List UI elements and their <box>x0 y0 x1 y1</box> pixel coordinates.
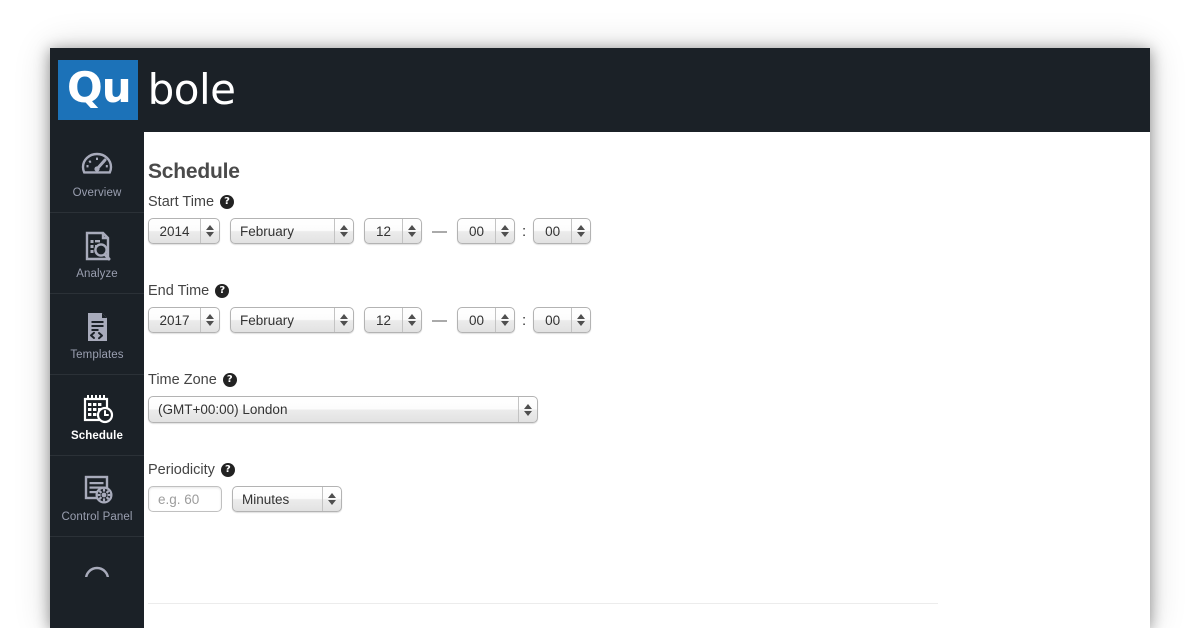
stepper-arrows[interactable] <box>571 219 590 243</box>
logo-mark: Qu <box>58 60 138 120</box>
qubole-logo[interactable]: Qu bole <box>58 60 236 120</box>
document-gear-icon <box>75 469 119 509</box>
sidebar-item-control-panel[interactable]: Control Panel <box>50 456 144 537</box>
stepper-arrows[interactable] <box>518 397 537 422</box>
date-time-separator: — <box>432 222 447 240</box>
stepper-arrows[interactable] <box>571 308 590 332</box>
end-day-select[interactable]: 12 <box>364 307 422 333</box>
sidebar-item-label: Control Panel <box>61 511 133 523</box>
time-zone-select[interactable]: (GMT+00:00) London <box>148 396 538 423</box>
start-year-select[interactable]: 2014 <box>148 218 220 244</box>
start-minute-select[interactable]: 00 <box>533 218 592 244</box>
gauge-icon <box>75 145 119 185</box>
end-minute-select[interactable]: 00 <box>533 307 592 333</box>
start-hour-value: 00 <box>468 223 485 239</box>
stepper-arrows[interactable] <box>200 308 219 332</box>
time-colon: : <box>522 311 527 329</box>
stepper-arrows[interactable] <box>402 308 421 332</box>
start-minute-value: 00 <box>545 223 561 239</box>
sidebar-item-next-partial[interactable] <box>50 537 144 577</box>
sidebar-item-label: Analyze <box>76 268 118 280</box>
end-hour-value: 00 <box>468 312 485 328</box>
brand-header: Qu bole <box>50 48 1150 132</box>
start-day-value: 12 <box>375 223 392 239</box>
help-icon[interactable]: ? <box>222 373 237 387</box>
start-year-value: 2014 <box>159 223 190 239</box>
start-time-label-text: Start Time <box>148 194 215 210</box>
document-search-icon <box>75 226 119 266</box>
end-year-value: 2017 <box>159 312 190 328</box>
time-zone-row: (GMT+00:00) London <box>148 396 538 423</box>
sidebar-item-label: Templates <box>70 349 124 361</box>
stepper-arrows[interactable] <box>334 219 353 243</box>
end-minute-value: 00 <box>545 312 561 328</box>
periodicity-row: Minutes <box>148 486 342 512</box>
periodicity-unit-select[interactable]: Minutes <box>232 486 342 512</box>
start-time-label: Start Time ? <box>148 194 235 210</box>
start-month-select[interactable]: February <box>230 218 354 244</box>
main-content: Schedule Start Time ? 2014 February 12 —… <box>144 132 1150 628</box>
sidebar-nav: Overview Analyze Templates Schedule Cont… <box>50 132 144 628</box>
end-hour-select[interactable]: 00 <box>457 307 515 333</box>
periodicity-label: Periodicity ? <box>148 462 235 478</box>
end-time-label-text: End Time <box>148 283 210 299</box>
sidebar-item-label: Schedule <box>71 430 123 442</box>
stepper-arrows[interactable] <box>495 308 514 332</box>
sidebar-item-templates[interactable]: Templates <box>50 294 144 375</box>
end-month-value: February <box>240 312 295 328</box>
periodicity-unit-value: Minutes <box>242 491 290 507</box>
end-month-select[interactable]: February <box>230 307 354 333</box>
end-day-value: 12 <box>375 312 392 328</box>
stepper-arrows[interactable] <box>322 487 341 511</box>
end-time-label: End Time ? <box>148 283 230 299</box>
end-time-row: 2017 February 12 — 00 : 00 <box>148 307 592 333</box>
stepper-arrows[interactable] <box>402 219 421 243</box>
periodicity-label-text: Periodicity <box>148 462 215 478</box>
sidebar-item-analyze[interactable]: Analyze <box>50 213 144 294</box>
sidebar-item-label: Overview <box>72 187 122 199</box>
start-month-value: February <box>240 223 295 239</box>
time-zone-label-text: Time Zone <box>148 372 217 388</box>
periodicity-input[interactable] <box>148 486 222 512</box>
time-zone-value: (GMT+00:00) London <box>158 402 288 417</box>
start-hour-select[interactable]: 00 <box>457 218 515 244</box>
sidebar-item-schedule[interactable]: Schedule <box>50 375 144 456</box>
calendar-clock-icon <box>75 388 119 428</box>
section-divider <box>148 603 938 604</box>
document-code-icon <box>75 307 119 347</box>
stepper-arrows[interactable] <box>200 219 219 243</box>
application-window: Qu bole Overview Analyze Templates Sched… <box>50 48 1150 628</box>
start-day-select[interactable]: 12 <box>364 218 422 244</box>
help-icon[interactable]: ? <box>220 463 235 477</box>
stepper-arrows[interactable] <box>495 219 514 243</box>
date-time-separator: — <box>432 311 447 329</box>
sidebar-item-overview[interactable]: Overview <box>50 132 144 213</box>
help-icon[interactable]: ? <box>215 284 230 298</box>
start-time-row: 2014 February 12 — 00 : 00 <box>148 218 592 244</box>
logo-wordmark: bole <box>147 65 236 114</box>
time-colon: : <box>522 222 527 240</box>
circle-icon <box>75 561 119 577</box>
help-icon[interactable]: ? <box>220 195 235 209</box>
stepper-arrows[interactable] <box>334 308 353 332</box>
page-title: Schedule <box>148 160 240 183</box>
end-year-select[interactable]: 2017 <box>148 307 220 333</box>
time-zone-label: Time Zone ? <box>148 372 237 388</box>
